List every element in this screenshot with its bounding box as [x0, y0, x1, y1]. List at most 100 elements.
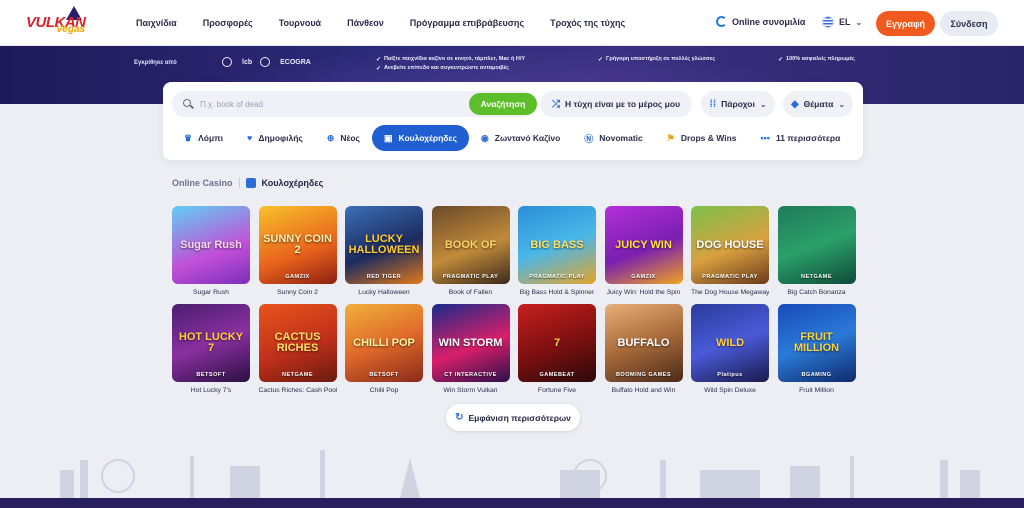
game-thumbnail[interactable]: WILD Platipus: [691, 304, 769, 382]
tab-live-casino[interactable]: ◉ Ζωντανό Καζίνο: [469, 125, 572, 151]
game-provider: BOOMING GAMES: [615, 372, 672, 378]
game-name[interactable]: Fortune Five: [518, 387, 596, 396]
tab-novomatic[interactable]: Ⓝ Novomatic: [572, 125, 654, 151]
license-logo-1: [222, 56, 234, 68]
language-selector[interactable]: EL ⌄: [822, 16, 862, 28]
game-card[interactable]: HOT LUCKY 7 BETSOFT Hot Lucky 7's: [172, 304, 250, 396]
show-more-button[interactable]: ↻ Εμφάνιση περισσότερων: [446, 404, 580, 431]
nav-link-promotions[interactable]: Προσφορές: [203, 18, 253, 28]
novomatic-icon: Ⓝ: [584, 133, 594, 144]
nav-link-loyalty[interactable]: Πρόγραμμα επιβράβευσης: [410, 18, 524, 28]
slot-icon: ▣: [383, 132, 393, 143]
game-thumbnail[interactable]: HOT LUCKY 7 BETSOFT: [172, 304, 250, 382]
game-thumbnail[interactable]: BIG BASS PRAGMATIC PLAY: [518, 206, 596, 284]
game-card[interactable]: BIG BASS PRAGMATIC PLAY Big Bass Hold & Sp…: [518, 206, 596, 298]
tab-more[interactable]: ••• 11 περισσότερα: [749, 125, 853, 151]
game-provider: PRAGMATIC PLAY: [529, 274, 585, 280]
game-name[interactable]: Book of Fallen: [432, 289, 510, 298]
game-thumbnail[interactable]: NETGAME: [777, 206, 856, 284]
game-name[interactable]: Cactus Riches: Cash Pool: [259, 387, 337, 396]
random-game-button[interactable]: ⤮ Η τύχη είναι με το μέρος μου: [540, 91, 692, 117]
game-logo-text: Sugar Rush: [180, 238, 242, 251]
game-name[interactable]: Wild Spin Deluxe: [691, 387, 769, 396]
game-name[interactable]: Fruit Million: [778, 387, 856, 396]
city-skyline-decoration: [60, 450, 980, 498]
game-thumbnail[interactable]: JUICY WIN GAMZIX: [604, 206, 683, 284]
game-name[interactable]: Sunny Coin 2: [259, 289, 337, 298]
game-thumbnail[interactable]: CACTUS RICHES NETGAME: [258, 304, 337, 382]
themes-dropdown[interactable]: ◆ Θέματα ⌄: [783, 91, 853, 117]
check-icon: ✓: [376, 66, 382, 72]
game-thumbnail[interactable]: CHILLI POP BETSOFT: [345, 304, 423, 382]
show-more-label: Εμφάνιση περισσότερων: [468, 412, 571, 423]
game-thumbnail[interactable]: 7 GAMEBEAT: [518, 304, 596, 382]
game-thumbnail[interactable]: BOOK OF PRAGMATIC PLAY: [431, 206, 510, 284]
tab-drops-wins[interactable]: ⚑ Drops & Wins: [655, 125, 749, 151]
game-name[interactable]: Sugar Rush: [172, 289, 250, 298]
game-thumbnail[interactable]: BUFFALO BOOMING GAMES: [604, 304, 683, 382]
tab-lobby[interactable]: ♛ Λόμπι: [172, 125, 235, 151]
game-thumbnail[interactable]: SUNNY COIN 2 GAMZIX: [258, 206, 337, 284]
game-logo-text: LUCKY HALLOWEEN: [348, 233, 420, 256]
game-name[interactable]: Chilli Pop: [345, 387, 423, 396]
game-card[interactable]: SUNNY COIN 2 GAMZIX Sunny Coin 2: [258, 206, 337, 298]
nav-link-games[interactable]: Παιχνίδια: [136, 18, 177, 28]
chat-icon: [716, 16, 727, 27]
game-card[interactable]: WILD Platipus Wild Spin Deluxe: [691, 304, 769, 396]
game-name[interactable]: The Dog House Megaways: [691, 289, 769, 298]
online-chat-label: Online συνομιλία: [732, 16, 806, 27]
search-input[interactable]: [200, 97, 460, 111]
nav-link-tournaments[interactable]: Τουρνουά: [279, 18, 321, 28]
breadcrumb-root[interactable]: Online Casino: [172, 178, 233, 188]
search-button[interactable]: Αναζήτηση: [469, 93, 537, 115]
chevron-down-icon: ⌄: [759, 99, 767, 109]
game-thumbnail[interactable]: DOG HOUSE PRAGMATIC PLAY: [691, 206, 769, 284]
top-nav: VULKAN Vegas Παιχνίδια Προσφορές Τουρνου…: [0, 0, 1024, 46]
game-provider: GAMZIX: [285, 274, 310, 280]
game-thumbnail[interactable]: Sugar Rush: [172, 206, 250, 284]
online-chat-link[interactable]: Online συνομιλία: [716, 16, 805, 27]
game-card[interactable]: LUCKY HALLOWEEN RED TIGER Lucky Halloween: [345, 206, 423, 298]
game-card[interactable]: WIN STORM CT INTERACTIVE Win Storm Vulkan: [431, 304, 510, 396]
login-button[interactable]: Σύνδεση: [940, 11, 998, 36]
game-name[interactable]: Lucky Halloween: [345, 289, 423, 298]
game-logo-text: HOT LUCKY 7: [178, 331, 244, 354]
game-name[interactable]: Hot Lucky 7's: [172, 387, 250, 396]
game-card[interactable]: NETGAME Big Catch Bonanza: [777, 206, 856, 298]
site-logo[interactable]: VULKAN Vegas: [26, 6, 90, 40]
game-card[interactable]: JUICY WIN GAMZIX Juicy Win: Hold the Spin: [604, 206, 683, 298]
tab-new[interactable]: ⊕ Νέος: [315, 125, 372, 151]
game-logo-text: CHILLI POP: [353, 336, 415, 349]
game-provider: CT INTERACTIVE: [444, 372, 497, 378]
check-icon: ✓: [598, 57, 604, 63]
providers-dropdown[interactable]: ⁞⁞ Πάροχοι ⌄: [701, 91, 775, 117]
game-card[interactable]: Sugar Rush Sugar Rush: [172, 206, 250, 298]
tab-slots[interactable]: ▣ Κουλοχέρηδες: [371, 125, 469, 151]
register-button[interactable]: Εγγραφή: [876, 11, 935, 36]
game-name[interactable]: Juicy Win: Hold the Spin: [605, 289, 683, 298]
game-name[interactable]: Big Catch Bonanza: [778, 289, 856, 298]
game-card[interactable]: DOG HOUSE PRAGMATIC PLAY The Dog House Meg…: [691, 206, 769, 298]
game-card[interactable]: FRUIT MILLION BGAMING Fruit Million: [777, 304, 856, 396]
game-provider: GAMEBEAT: [539, 372, 575, 378]
game-name[interactable]: Win Storm Vulkan: [432, 387, 510, 396]
nav-link-pantheon[interactable]: Πάνθεον: [347, 18, 384, 28]
tab-popular[interactable]: ♥ Δημοφιλής: [235, 125, 315, 151]
breadcrumb-current: Κουλοχέρηδες: [261, 178, 324, 188]
game-card[interactable]: CHILLI POP BETSOFT Chilli Pop: [345, 304, 423, 396]
main-menu: Παιχνίδια Προσφορές Τουρνουά Πάνθεον Πρό…: [136, 0, 651, 46]
game-card[interactable]: 7 GAMEBEAT Fortune Five: [518, 304, 596, 396]
language-code: EL: [839, 17, 851, 27]
game-thumbnail[interactable]: WIN STORM CT INTERACTIVE: [431, 304, 510, 382]
logo-subtext: Vegas: [56, 24, 86, 35]
license-logo-3: [260, 56, 272, 68]
game-name[interactable]: Big Bass Hold & Spinner: [518, 289, 596, 298]
game-name[interactable]: Buffalo Hold and Win: [605, 387, 683, 396]
game-card[interactable]: BUFFALO BOOMING GAMES Buffalo Hold and Win: [604, 304, 683, 396]
game-logo-text: WIN STORM: [438, 336, 503, 349]
game-card[interactable]: CACTUS RICHES NETGAME Cactus Riches: Cash …: [258, 304, 337, 396]
game-thumbnail[interactable]: LUCKY HALLOWEEN RED TIGER: [345, 206, 423, 284]
game-thumbnail[interactable]: FRUIT MILLION BGAMING: [777, 304, 856, 382]
nav-link-wheel[interactable]: Τροχός της τύχης: [550, 18, 625, 28]
game-card[interactable]: BOOK OF PRAGMATIC PLAY Book of Fallen: [431, 206, 510, 298]
